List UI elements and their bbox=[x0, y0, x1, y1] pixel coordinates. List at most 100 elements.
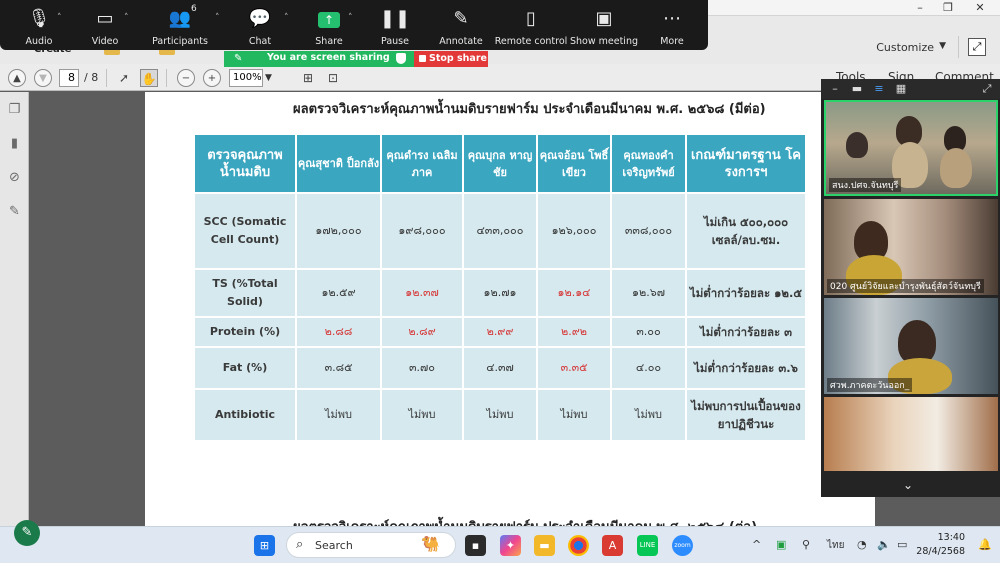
restore-icon[interactable]: ❐ bbox=[934, 0, 962, 16]
participants-button[interactable]: 👥 Participants bbox=[146, 0, 214, 50]
standard-cell: ไม่ต่ำกว่าร้อยละ ๓ bbox=[687, 318, 805, 346]
table-cell: ไม่พบ bbox=[538, 390, 610, 440]
chevron-up-icon[interactable]: ^ bbox=[752, 538, 761, 551]
signature-icon[interactable]: ✎ bbox=[7, 204, 22, 219]
audio-button[interactable]: 🎙 Audio bbox=[5, 0, 73, 50]
table-cell: ๓.๐๐ bbox=[612, 318, 685, 346]
table-cell: ๔.๓๗ bbox=[464, 348, 536, 388]
participants-label: Participants bbox=[152, 36, 208, 47]
speaker-icon[interactable]: 🔈 bbox=[877, 538, 891, 551]
language-indicator[interactable]: ไทย bbox=[827, 538, 844, 553]
strip-view-icon[interactable]: ▬ bbox=[851, 83, 863, 95]
search-placeholder: Search bbox=[315, 539, 353, 552]
pause-share-button[interactable]: ❚❚ Pause bbox=[361, 0, 429, 50]
chevron-down-icon[interactable]: ▼ bbox=[265, 69, 272, 87]
notification-icon[interactable]: 🔔 bbox=[978, 538, 992, 551]
attachment-icon[interactable]: ⊘ bbox=[7, 170, 22, 185]
chevron-up-icon[interactable]: ˄ bbox=[57, 13, 62, 23]
table-row: Protein (%) ๒.๘๘ ๒.๘๙ ๒.๙๙ ๒.๙๒ ๓.๐๐ ไม่… bbox=[195, 318, 805, 346]
chevron-down-icon[interactable]: ▼ bbox=[939, 41, 946, 51]
windows-taskbar: ⊞ ⌕ Search 🐫 ▪ ✦ ▬ A LINE zoom ^ ▣ ⚲ ไทย… bbox=[0, 526, 1000, 563]
copilot-icon[interactable]: ✦ bbox=[500, 535, 521, 556]
table-row: Antibiotic ไม่พบ ไม่พบ ไม่พบ ไม่พบ ไม่พบ… bbox=[195, 390, 805, 440]
column-header: คุณจอ้อน โพธิ์เขียว bbox=[538, 135, 610, 192]
pause-icon: ❚❚ bbox=[379, 8, 411, 29]
zoom-level-input[interactable]: 100% bbox=[229, 69, 263, 87]
windows-start-icon[interactable]: ⊞ bbox=[254, 535, 275, 556]
table-header-row: ตรวจคุณภาพ น้ำนมดิบ คุณสุชาติ ป็อกลัง คุ… bbox=[195, 135, 805, 192]
video-camera-icon: ▭ bbox=[96, 8, 114, 29]
share-button[interactable]: ↑ Share bbox=[295, 0, 363, 50]
usb-icon[interactable]: ⚲ bbox=[802, 538, 810, 551]
wifi-icon[interactable]: ◔ bbox=[857, 538, 867, 551]
fullscreen-icon[interactable]: ⤢ bbox=[968, 38, 986, 56]
table-cell-flagged: ๒.๘๘ bbox=[297, 318, 380, 346]
page-number-input[interactable]: 8 bbox=[59, 69, 79, 87]
minimize-icon[interactable]: – bbox=[829, 83, 841, 95]
bookmark-icon[interactable]: ▮ bbox=[7, 136, 22, 151]
chevron-down-icon[interactable]: ⌄ bbox=[903, 478, 913, 492]
annotate-button[interactable]: ✎ Annotate bbox=[427, 0, 495, 50]
acrobat-icon[interactable]: A bbox=[602, 535, 623, 556]
chevron-up-icon[interactable]: ˄ bbox=[348, 13, 353, 23]
meeting-window-icon: ▣ bbox=[595, 8, 613, 29]
zoom-icon[interactable]: zoom bbox=[672, 535, 693, 556]
video-tile[interactable]: ศวพ.ภาคตะวันออก_ bbox=[824, 298, 998, 394]
participants-icon: 👥 bbox=[168, 8, 192, 29]
chat-button[interactable]: 💬 Chat bbox=[226, 0, 294, 50]
chat-label: Chat bbox=[248, 36, 272, 47]
select-cursor-icon[interactable]: ➚ bbox=[116, 69, 132, 87]
table-row: SCC (Somatic Cell Count) ๑๗๒,๐๐๐ ๑๙๘,๐๐๐… bbox=[195, 194, 805, 268]
video-button[interactable]: ▭ Video bbox=[71, 0, 139, 50]
stop-share-button[interactable]: Stop share bbox=[414, 51, 488, 67]
pin-icon: ✎ bbox=[234, 53, 243, 64]
chevron-up-icon[interactable]: ˄ bbox=[284, 13, 289, 23]
document-page: ผลตรวจวิเคราะห์คุณภาพน้ำนมดิบรายฟาร์ม ปร… bbox=[145, 92, 875, 526]
minimize-icon[interactable]: – bbox=[906, 0, 934, 16]
fit-width-icon[interactable]: ⊞ bbox=[300, 69, 316, 87]
next-page-icon[interactable]: ▼ bbox=[34, 69, 52, 87]
battery-icon[interactable]: ▭ bbox=[897, 538, 907, 551]
video-label: Video bbox=[91, 36, 119, 47]
more-dots-icon: ⋯ bbox=[663, 8, 681, 29]
participant-name: 020 ศูนย์วิจัยและบำรุงพันธุ์สัตว์จันทบุร… bbox=[827, 279, 984, 293]
expand-icon[interactable]: ⤢ bbox=[981, 83, 993, 95]
pages-icon[interactable]: ❐ bbox=[7, 102, 22, 117]
chrome-icon[interactable] bbox=[568, 535, 589, 556]
annotation-pencil-icon[interactable]: ✎ bbox=[14, 520, 40, 546]
line-icon[interactable]: LINE bbox=[637, 535, 658, 556]
more-button[interactable]: ⋯ More bbox=[638, 0, 706, 50]
customize-button[interactable]: Customize bbox=[876, 41, 934, 54]
row-label: Antibiotic bbox=[195, 390, 295, 440]
task-view-icon[interactable]: ▪ bbox=[465, 535, 486, 556]
video-tile[interactable] bbox=[824, 397, 998, 471]
prev-page-icon[interactable]: ▲ bbox=[8, 69, 26, 87]
divider bbox=[958, 36, 959, 58]
table-cell: ๑๒.๗๑ bbox=[464, 270, 536, 316]
pencil-icon: ✎ bbox=[453, 8, 469, 29]
close-icon[interactable]: ✕ bbox=[966, 0, 994, 16]
table-cell-flagged: ๒.๙๙ bbox=[464, 318, 536, 346]
chevron-up-icon[interactable]: ˄ bbox=[215, 13, 220, 23]
standard-cell: ไม่ต่ำกว่าร้อยละ ๓.๖ bbox=[687, 348, 805, 388]
fit-page-icon[interactable]: ⊡ bbox=[325, 69, 341, 87]
table-cell-flagged: ๓.๓๕ bbox=[538, 348, 610, 388]
zoom-out-icon[interactable]: − bbox=[177, 69, 195, 87]
gallery-view-icon[interactable]: ▦ bbox=[895, 83, 907, 95]
table-cell: ๑๒.๕๙ bbox=[297, 270, 380, 316]
video-tile[interactable]: 020 ศูนย์วิจัยและบำรุงพันธุ์สัตว์จันทบุร… bbox=[824, 199, 998, 295]
remote-control-button[interactable]: ▯ Remote control bbox=[495, 0, 568, 50]
document-heading: ผลตรวจวิเคราะห์คุณภาพน้ำนมดิบรายฟาร์ม ปร… bbox=[293, 102, 766, 117]
line-tray-icon[interactable]: ▣ bbox=[776, 538, 786, 551]
annotate-label: Annotate bbox=[439, 36, 483, 47]
zoom-in-icon[interactable]: + bbox=[203, 69, 221, 87]
clock-time[interactable]: 13:40 bbox=[921, 532, 965, 543]
video-tile[interactable]: สนง.ปศจ.จันทบุรี bbox=[824, 100, 998, 196]
hand-tool-icon[interactable]: ✋ bbox=[140, 69, 158, 87]
speaker-view-icon[interactable]: ≡ bbox=[873, 83, 885, 95]
file-explorer-icon[interactable]: ▬ bbox=[534, 535, 555, 556]
chevron-up-icon[interactable]: ˄ bbox=[124, 13, 129, 23]
search-highlight-icon[interactable]: 🐫 bbox=[420, 534, 441, 555]
show-meeting-button[interactable]: ▣ Show meeting bbox=[570, 0, 638, 50]
clock-date[interactable]: 28/4/2568 bbox=[913, 546, 965, 557]
